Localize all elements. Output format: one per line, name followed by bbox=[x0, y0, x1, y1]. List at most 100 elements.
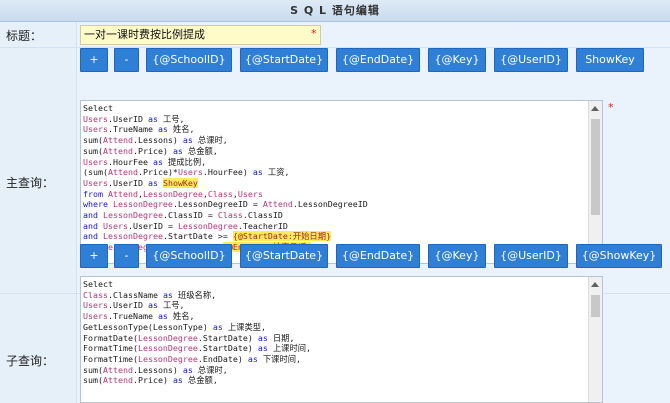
code-token: .Price) bbox=[132, 375, 173, 386]
title-input[interactable]: 一对一课时费按比例提成 bbox=[80, 25, 321, 45]
insert-start-date-button[interactable]: {@StartDate} bbox=[240, 48, 328, 72]
code-token: as bbox=[247, 353, 258, 364]
code-token: LessonDegree bbox=[137, 343, 198, 354]
code-token: Users bbox=[83, 177, 108, 188]
insert-user-id-button[interactable]: {@UserID} bbox=[494, 48, 568, 72]
insert-school-id-button[interactable]: {@SchoolID} bbox=[146, 48, 232, 72]
remove-button[interactable]: - bbox=[114, 48, 139, 72]
insert-end-date-button[interactable]: {@EndDate} bbox=[336, 48, 420, 72]
code-token: ShowKey bbox=[162, 177, 198, 188]
code-token: as bbox=[257, 343, 268, 354]
code-token: 提成比例, bbox=[162, 156, 207, 167]
code-token: LessonDegree bbox=[112, 199, 173, 210]
code-token: Class bbox=[207, 188, 233, 199]
scroll-up-icon[interactable] bbox=[591, 282, 599, 287]
code-token: .Price)* bbox=[137, 167, 178, 178]
code-line: from Attend,LessonDegree,Class,Users bbox=[83, 189, 368, 200]
code-token: 工资, bbox=[262, 167, 290, 178]
code-line: (sum(Attend.Price)*Users.HourFee) as 工资, bbox=[83, 167, 368, 178]
insert-key-button[interactable]: {@Key} bbox=[428, 244, 486, 268]
code-token: LessonDegree bbox=[142, 188, 203, 199]
code-token: sum( bbox=[83, 375, 103, 386]
insert-school-id-button[interactable]: {@SchoolID} bbox=[146, 244, 232, 268]
code-token: as bbox=[162, 289, 173, 300]
main-query-code: Select Users.UserID as 工号, Users.TrueName … bbox=[83, 103, 368, 253]
show-key-button[interactable]: ShowKey bbox=[576, 48, 644, 72]
code-token: Class bbox=[83, 289, 108, 300]
code-token: .LessonDegreeID = bbox=[172, 199, 263, 210]
code-token: sum( bbox=[83, 145, 103, 156]
code-token: .StartDate) bbox=[197, 332, 258, 343]
code-token: Attend bbox=[102, 364, 133, 375]
code-token: 总课时, bbox=[192, 364, 228, 375]
code-token: Attend bbox=[262, 199, 293, 210]
code-token: as bbox=[172, 375, 183, 386]
code-token: (sum( bbox=[83, 167, 108, 178]
code-line: Users.TrueName as 姓名, bbox=[83, 311, 311, 322]
remove-button[interactable]: - bbox=[114, 244, 139, 268]
scroll-thumb[interactable] bbox=[591, 295, 600, 317]
code-token: Users bbox=[83, 156, 108, 167]
code-token: Attend bbox=[107, 167, 138, 178]
vertical-scrollbar[interactable] bbox=[588, 277, 602, 402]
code-token: {@StartDate:开始日期} bbox=[232, 231, 332, 242]
code-token: .UserID bbox=[107, 300, 148, 311]
add-button[interactable]: + bbox=[80, 48, 108, 72]
code-token: .Price) bbox=[132, 145, 173, 156]
code-token: .UserID = bbox=[127, 220, 178, 231]
sql-edit-form: 标题： 一对一课时费按比例提成 * 主查询： + - {@SchoolID} {… bbox=[0, 22, 670, 403]
code-token: and bbox=[83, 231, 98, 242]
code-line: and Users.UserID = LessonDegree.TeacherI… bbox=[83, 221, 368, 232]
code-line: Users.TrueName as 姓名, bbox=[83, 124, 368, 135]
code-token: as bbox=[147, 177, 158, 188]
code-token: .UserID bbox=[107, 177, 148, 188]
sub-query-label: 子查询： bbox=[6, 354, 55, 368]
title-label: 标题： bbox=[6, 29, 43, 43]
insert-show-key-button[interactable]: {@ShowKey} bbox=[576, 244, 662, 268]
code-line: FormatTime(LessonDegree.EndDate) as 下课时间… bbox=[83, 354, 311, 365]
code-token: as bbox=[172, 145, 183, 156]
insert-start-date-button[interactable]: {@StartDate} bbox=[240, 244, 328, 268]
vertical-scrollbar[interactable] bbox=[588, 101, 602, 263]
code-token: sum( bbox=[83, 364, 103, 375]
code-line: FormatDate(LessonDegree.StartDate) as 日期… bbox=[83, 333, 311, 344]
code-token: as bbox=[212, 321, 223, 332]
sub-query-editor[interactable]: Select Class.ClassName as 班级名称, Users.User… bbox=[80, 276, 603, 403]
code-token: FormatTime( bbox=[83, 353, 138, 364]
code-line: and LessonDegree.StartDate >= {@StartDat… bbox=[83, 231, 368, 242]
code-token: 总课时, bbox=[192, 135, 228, 146]
scroll-up-icon[interactable] bbox=[591, 106, 599, 111]
code-token: Attend bbox=[102, 375, 133, 386]
sub-query-code: Select Class.ClassName as 班级名称, Users.User… bbox=[83, 279, 311, 386]
code-line: and LessonDegree.ClassID = Class.ClassID bbox=[83, 210, 368, 221]
code-token: Attend bbox=[102, 145, 133, 156]
code-token: 总金额, bbox=[182, 375, 218, 386]
code-line: sum(Attend.Price) as 总金额, bbox=[83, 146, 368, 157]
code-token: and bbox=[83, 210, 98, 221]
insert-user-id-button[interactable]: {@UserID} bbox=[494, 244, 568, 268]
code-line: sum(Attend.Lessons) as 总课时, bbox=[83, 135, 368, 146]
main-query-editor[interactable]: Select Users.UserID as 工号, Users.TrueName … bbox=[80, 100, 603, 264]
code-token: .HourFee bbox=[107, 156, 153, 167]
code-token: LessonDegree bbox=[177, 220, 238, 231]
code-line: Users.UserID as 工号, bbox=[83, 300, 311, 311]
code-token: 工号, bbox=[157, 113, 185, 124]
add-button[interactable]: + bbox=[80, 244, 108, 268]
code-token: as bbox=[147, 300, 158, 311]
code-token: 下课时间, bbox=[257, 353, 302, 364]
insert-key-button[interactable]: {@Key} bbox=[428, 48, 486, 72]
code-token: 上课时间, bbox=[267, 343, 312, 354]
code-line: Users.UserID as ShowKey bbox=[83, 177, 368, 189]
code-token: 日期, bbox=[267, 332, 295, 343]
code-token: .LessonDegreeID bbox=[292, 199, 368, 210]
insert-end-date-button[interactable]: {@EndDate} bbox=[336, 244, 420, 268]
code-token: FormatTime( bbox=[83, 343, 138, 354]
code-token: 姓名, bbox=[167, 124, 195, 135]
code-token: .ClassName bbox=[107, 289, 163, 300]
code-token: as bbox=[157, 124, 168, 135]
code-token: from bbox=[83, 188, 103, 199]
scroll-thumb[interactable] bbox=[591, 119, 600, 215]
code-token: .HourFee) bbox=[202, 167, 253, 178]
code-line: Select bbox=[83, 279, 311, 290]
code-line: sum(Attend.Lessons) as 总课时, bbox=[83, 365, 311, 376]
